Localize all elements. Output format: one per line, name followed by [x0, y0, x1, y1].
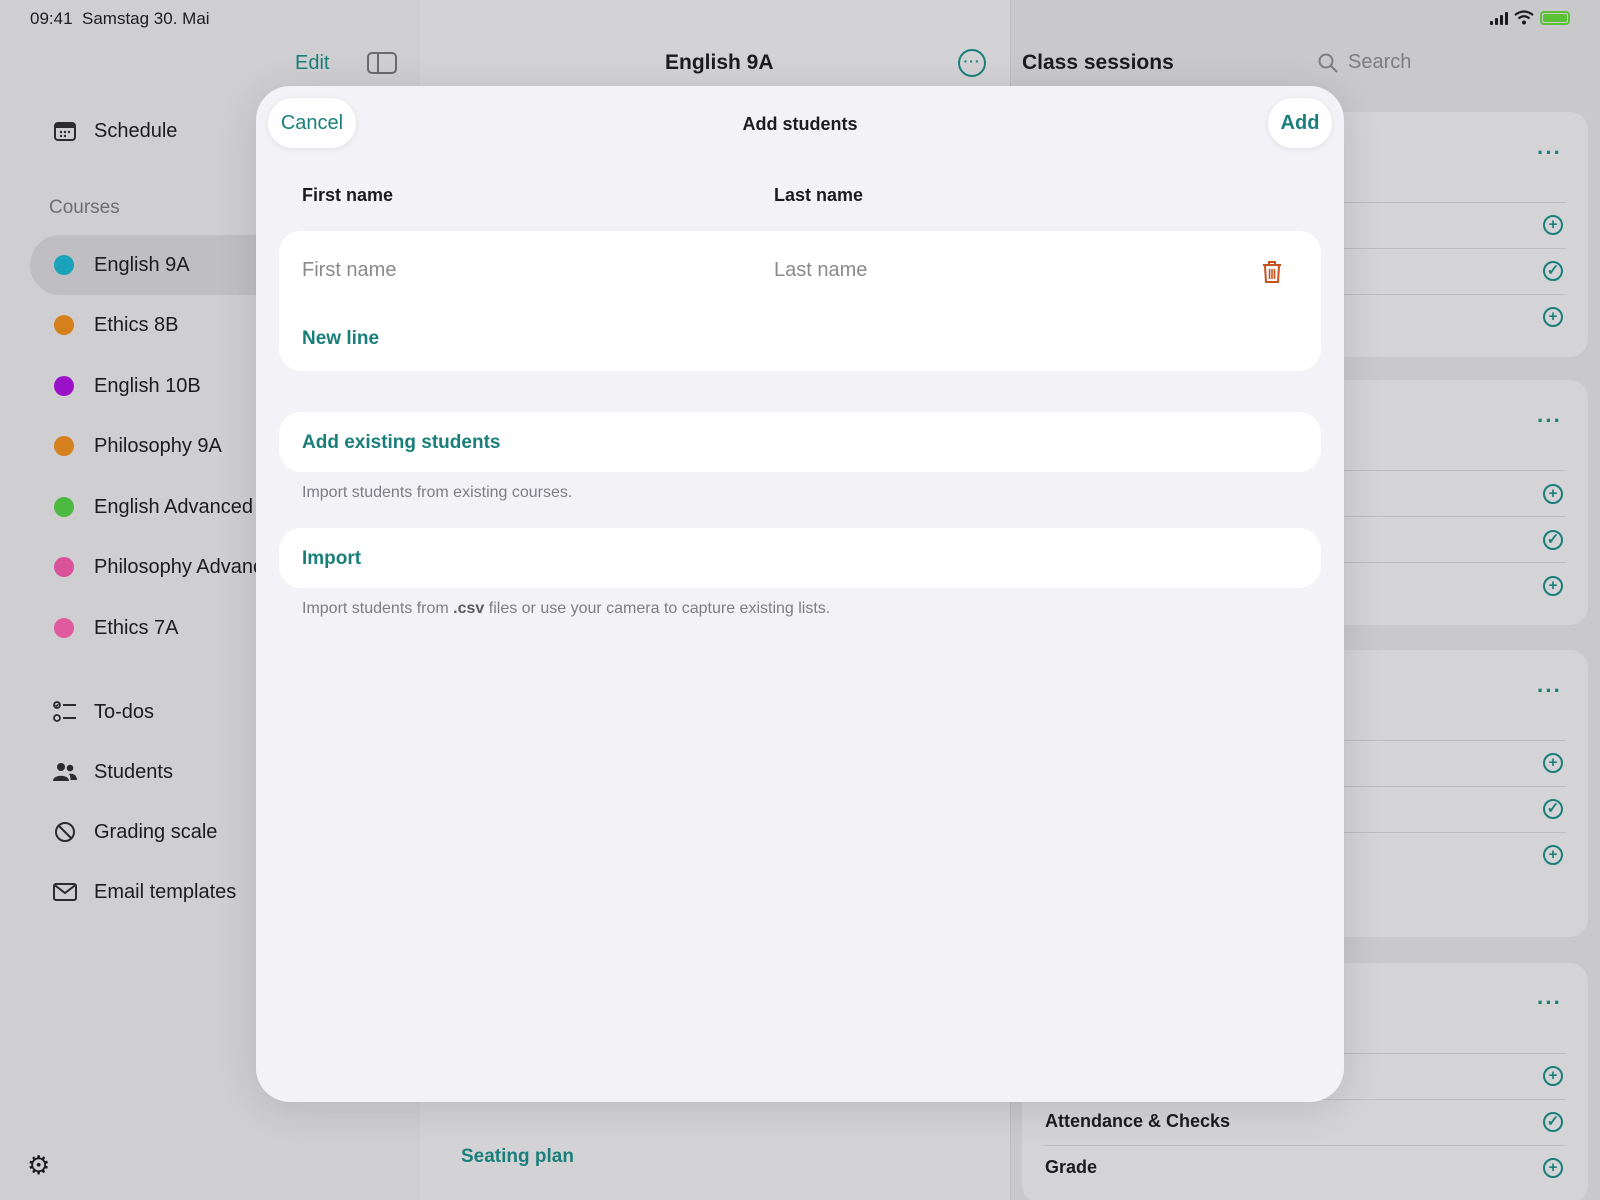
sidebar-item-students[interactable]: Students: [52, 757, 173, 787]
sidebar-edit-button[interactable]: Edit: [295, 52, 329, 75]
session-more-icon[interactable]: ···: [1537, 408, 1562, 434]
search-icon: [1318, 53, 1338, 73]
course-label: Philosophy Advanc: [94, 555, 264, 578]
course-label: Philosophy 9A: [94, 434, 222, 457]
import-footnote: Import students from .csv files or use y…: [302, 600, 830, 618]
course-label: English 10B: [94, 374, 201, 397]
sidebar-toggle-icon[interactable]: [367, 52, 397, 74]
first-name-header: First name: [302, 185, 394, 205]
sidebar-item-todos[interactable]: To-dos: [52, 697, 154, 727]
add-existing-students-row[interactable]: Add existing students: [279, 412, 1321, 472]
more-options-icon[interactable]: ···: [958, 49, 986, 77]
search-field[interactable]: Search: [1318, 51, 1411, 74]
session-more-icon[interactable]: ···: [1537, 678, 1562, 704]
wifi-icon: [1514, 10, 1534, 25]
grade-label: Grade: [1045, 1157, 1098, 1177]
detail-title: English 9A: [665, 51, 774, 74]
add-students-sheet: Cancel Add students Add First name Last …: [256, 86, 1344, 1102]
plus-circle-icon[interactable]: +: [1543, 576, 1563, 596]
plus-circle-icon[interactable]: +: [1543, 1158, 1563, 1178]
student-entry-card: New line: [279, 231, 1321, 371]
plus-circle-icon[interactable]: +: [1543, 484, 1563, 504]
plus-circle-icon[interactable]: +: [1543, 845, 1563, 865]
status-date: Samstag 30. Mai: [82, 9, 210, 28]
course-color-dot: [54, 436, 74, 456]
course-label: English Advanced: [94, 495, 254, 518]
calendar-icon: [52, 118, 78, 144]
people-icon: [52, 759, 78, 785]
course-color-dot: [54, 497, 74, 517]
envelope-icon: [52, 879, 78, 905]
cellular-signal-icon: [1490, 11, 1508, 25]
checkmark-circle-icon[interactable]: ✓: [1543, 1112, 1563, 1132]
checkmark-circle-icon[interactable]: ✓: [1543, 530, 1563, 550]
seating-plan-link[interactable]: Seating plan: [461, 1146, 574, 1168]
attendance-checks-label: Attendance & Checks: [1045, 1111, 1231, 1131]
status-time-date: 09:41 Samstag 30. Mai: [30, 9, 210, 29]
course-color-dot: [54, 255, 74, 275]
sidebar-item-email-templates[interactable]: Email templates: [52, 877, 236, 907]
last-name-header: Last name: [774, 185, 864, 205]
course-label: English 9A: [94, 253, 190, 276]
add-existing-students-label: Add existing students: [302, 432, 501, 453]
divider: [1042, 1145, 1566, 1146]
import-label: Import: [302, 548, 362, 569]
status-time: 09:41: [30, 9, 73, 28]
plus-circle-icon[interactable]: +: [1543, 215, 1563, 235]
course-color-dot: [54, 557, 74, 577]
import-note-before: Import students from: [302, 600, 454, 617]
import-row[interactable]: Import: [279, 528, 1321, 588]
course-label: Ethics 8B: [94, 313, 179, 336]
last-name-input[interactable]: [774, 259, 1174, 282]
import-note-after: files or use your camera to capture exis…: [484, 600, 831, 617]
add-existing-footnote: Import students from existing courses.: [302, 484, 573, 501]
course-color-dot: [54, 618, 74, 638]
checkmark-circle-icon[interactable]: ✓: [1543, 261, 1563, 281]
plus-circle-icon[interactable]: +: [1543, 753, 1563, 773]
sidebar-item-label: Email templates: [94, 880, 237, 903]
session-more-icon[interactable]: ···: [1537, 140, 1562, 166]
search-placeholder: Search: [1348, 51, 1412, 73]
class-sessions-title: Class sessions: [1022, 51, 1174, 74]
first-name-input[interactable]: [302, 259, 702, 282]
new-line-button[interactable]: New line: [302, 328, 379, 350]
sidebar-item-label: Students: [94, 760, 173, 783]
settings-gear-icon[interactable]: ⚙: [27, 1150, 50, 1181]
courses-section-label: Courses: [49, 197, 120, 218]
import-note-csv: .csv: [453, 600, 485, 617]
grading-scale-icon: [52, 819, 78, 845]
session-more-icon[interactable]: ···: [1537, 990, 1562, 1016]
course-color-dot: [54, 376, 74, 396]
checklist-icon: [52, 699, 78, 725]
sidebar-item-label: Schedule: [94, 119, 178, 142]
battery-icon: [1540, 10, 1570, 25]
sidebar-item-schedule[interactable]: Schedule: [52, 116, 177, 146]
course-color-dot: [54, 315, 74, 335]
course-label: Ethics 7A: [94, 616, 179, 639]
plus-circle-icon[interactable]: +: [1543, 307, 1563, 327]
trash-icon[interactable]: [1261, 260, 1283, 289]
sidebar-item-label: Grading scale: [94, 820, 218, 843]
status-bar: 09:41 Samstag 30. Mai: [0, 0, 1600, 36]
plus-circle-icon[interactable]: +: [1543, 1066, 1563, 1086]
add-button[interactable]: Add: [1268, 98, 1332, 148]
checkmark-circle-icon[interactable]: ✓: [1543, 799, 1563, 819]
sidebar-item-grading-scale[interactable]: Grading scale: [52, 817, 217, 847]
sidebar-item-label: To-dos: [94, 700, 155, 723]
status-indicators: [1490, 10, 1570, 25]
sheet-title: Add students: [742, 114, 858, 134]
